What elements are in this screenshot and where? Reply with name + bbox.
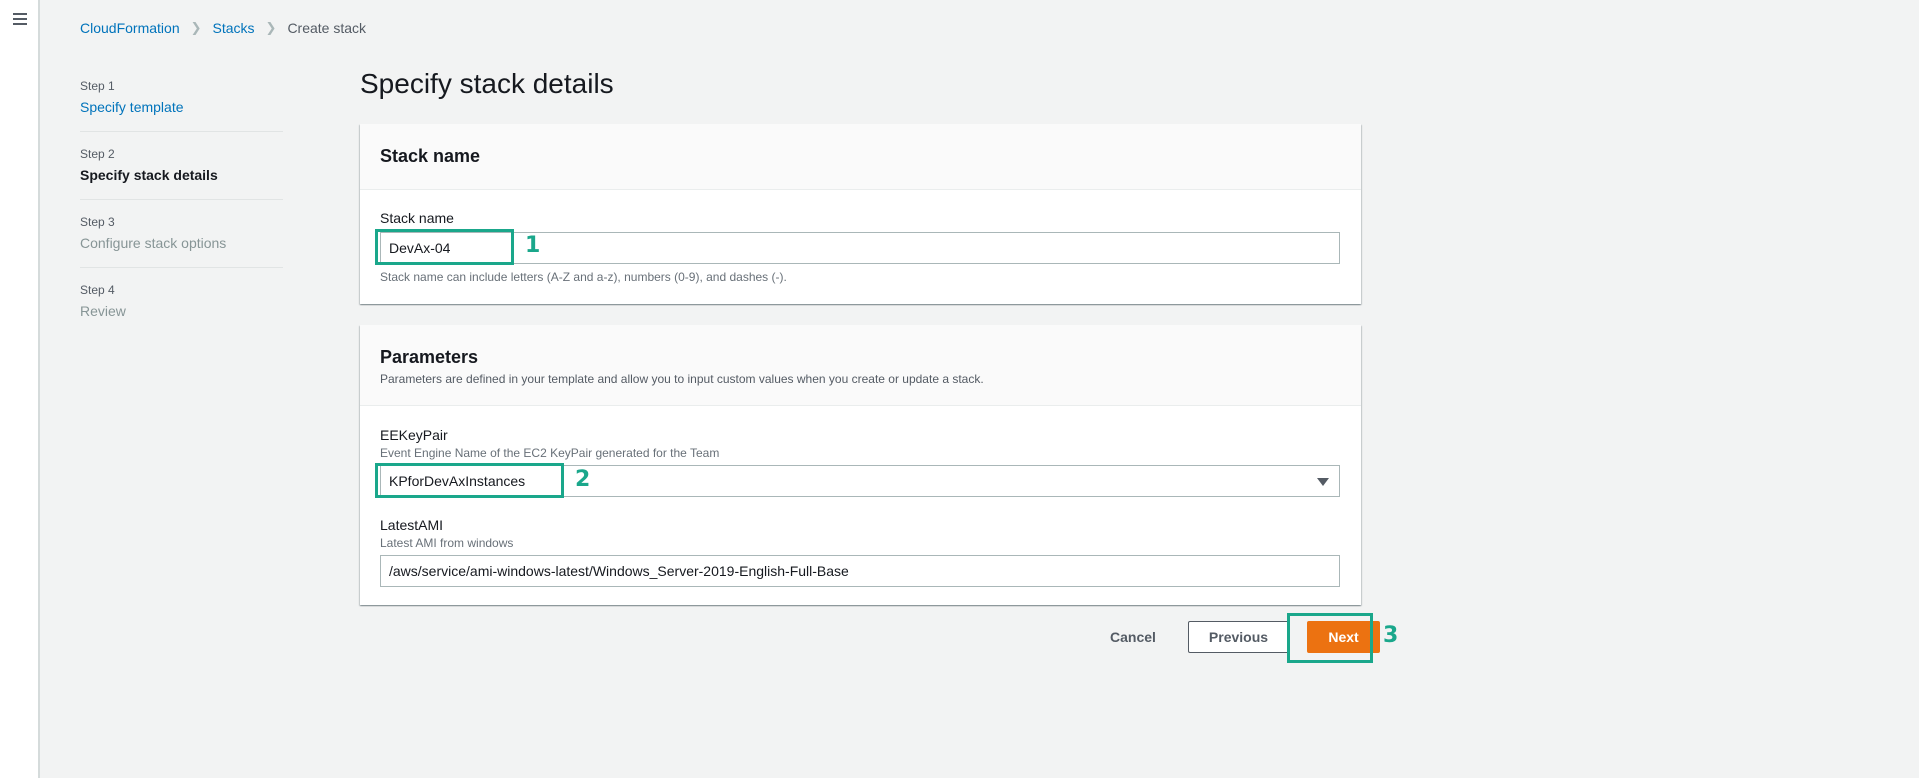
annotation-number-2: 2 [575, 467, 591, 492]
breadcrumb-create-stack: Create stack [287, 20, 367, 36]
stack-name-header: Stack name [360, 124, 1361, 190]
eekeypair-selected-value: KPforDevAxInstances [389, 473, 526, 489]
parameters-heading: Parameters [380, 347, 479, 367]
step-number: Step 4 [80, 283, 115, 297]
menu-icon[interactable] [13, 13, 27, 25]
step-review: Review [80, 303, 126, 319]
form-actions: Cancel Previous Next [1090, 621, 1381, 653]
chevron-right-icon: ❯ [265, 20, 277, 35]
next-button[interactable]: Next [1307, 621, 1381, 653]
stack-name-input[interactable] [380, 232, 1340, 264]
chevron-right-icon: ❯ [190, 20, 202, 35]
eekeypair-description: Event Engine Name of the EC2 KeyPair gen… [380, 446, 720, 460]
previous-button[interactable]: Previous [1187, 621, 1290, 653]
param-latestami: LatestAMI Latest AMI from windows [380, 515, 1341, 587]
stack-name-body: Stack name Stack name can include letter… [360, 190, 1361, 304]
caret-down-icon [1317, 478, 1329, 486]
breadcrumb-cloudformation[interactable]: CloudFormation [80, 20, 180, 36]
breadcrumb: CloudFormation ❯ Stacks ❯ Create stack [80, 20, 366, 36]
latestami-description: Latest AMI from windows [380, 536, 514, 550]
eekeypair-label: EEKeyPair [380, 427, 448, 443]
left-navigation-rail [0, 0, 40, 778]
stack-name-heading: Stack name [380, 146, 481, 166]
eekeypair-select[interactable]: KPforDevAxInstances [380, 465, 1340, 497]
parameters-container: Parameters Parameters are defined in you… [360, 325, 1361, 605]
stack-name-label: Stack name [380, 210, 454, 226]
step-number: Step 2 [80, 147, 115, 161]
parameters-header: Parameters Parameters are defined in you… [360, 325, 1361, 406]
stack-name-hint: Stack name can include letters (A-Z and … [380, 270, 787, 284]
cancel-button[interactable]: Cancel [1090, 629, 1176, 645]
latestami-label: LatestAMI [380, 517, 444, 533]
latestami-input[interactable] [380, 555, 1340, 587]
param-eekeypair: EEKeyPair Event Engine Name of the EC2 K… [380, 425, 1341, 497]
step-number: Step 3 [80, 215, 115, 229]
step-number: Step 1 [80, 79, 115, 93]
step-link-specify-template[interactable]: Specify template [80, 97, 283, 117]
wizard-steps: Step 1 Specify template Step 2 Specify s… [80, 78, 283, 349]
stack-name-container: Stack name Stack name Stack name can inc… [360, 124, 1361, 304]
annotation-number-1: 1 [525, 233, 541, 258]
step-2: Step 2 Specify stack details [80, 146, 283, 200]
step-3: Step 3 Configure stack options [80, 214, 283, 268]
annotation-number-3: 3 [1383, 623, 1399, 648]
page-title: Specify stack details [360, 68, 614, 99]
step-1: Step 1 Specify template [80, 78, 283, 132]
step-4: Step 4 Review [80, 282, 283, 335]
step-configure-stack-options: Configure stack options [80, 235, 227, 251]
breadcrumb-stacks[interactable]: Stacks [213, 20, 255, 36]
parameters-body: EEKeyPair Event Engine Name of the EC2 K… [360, 406, 1361, 605]
step-current-specify-stack-details: Specify stack details [80, 167, 218, 183]
parameters-description: Parameters are defined in your template … [380, 372, 984, 386]
